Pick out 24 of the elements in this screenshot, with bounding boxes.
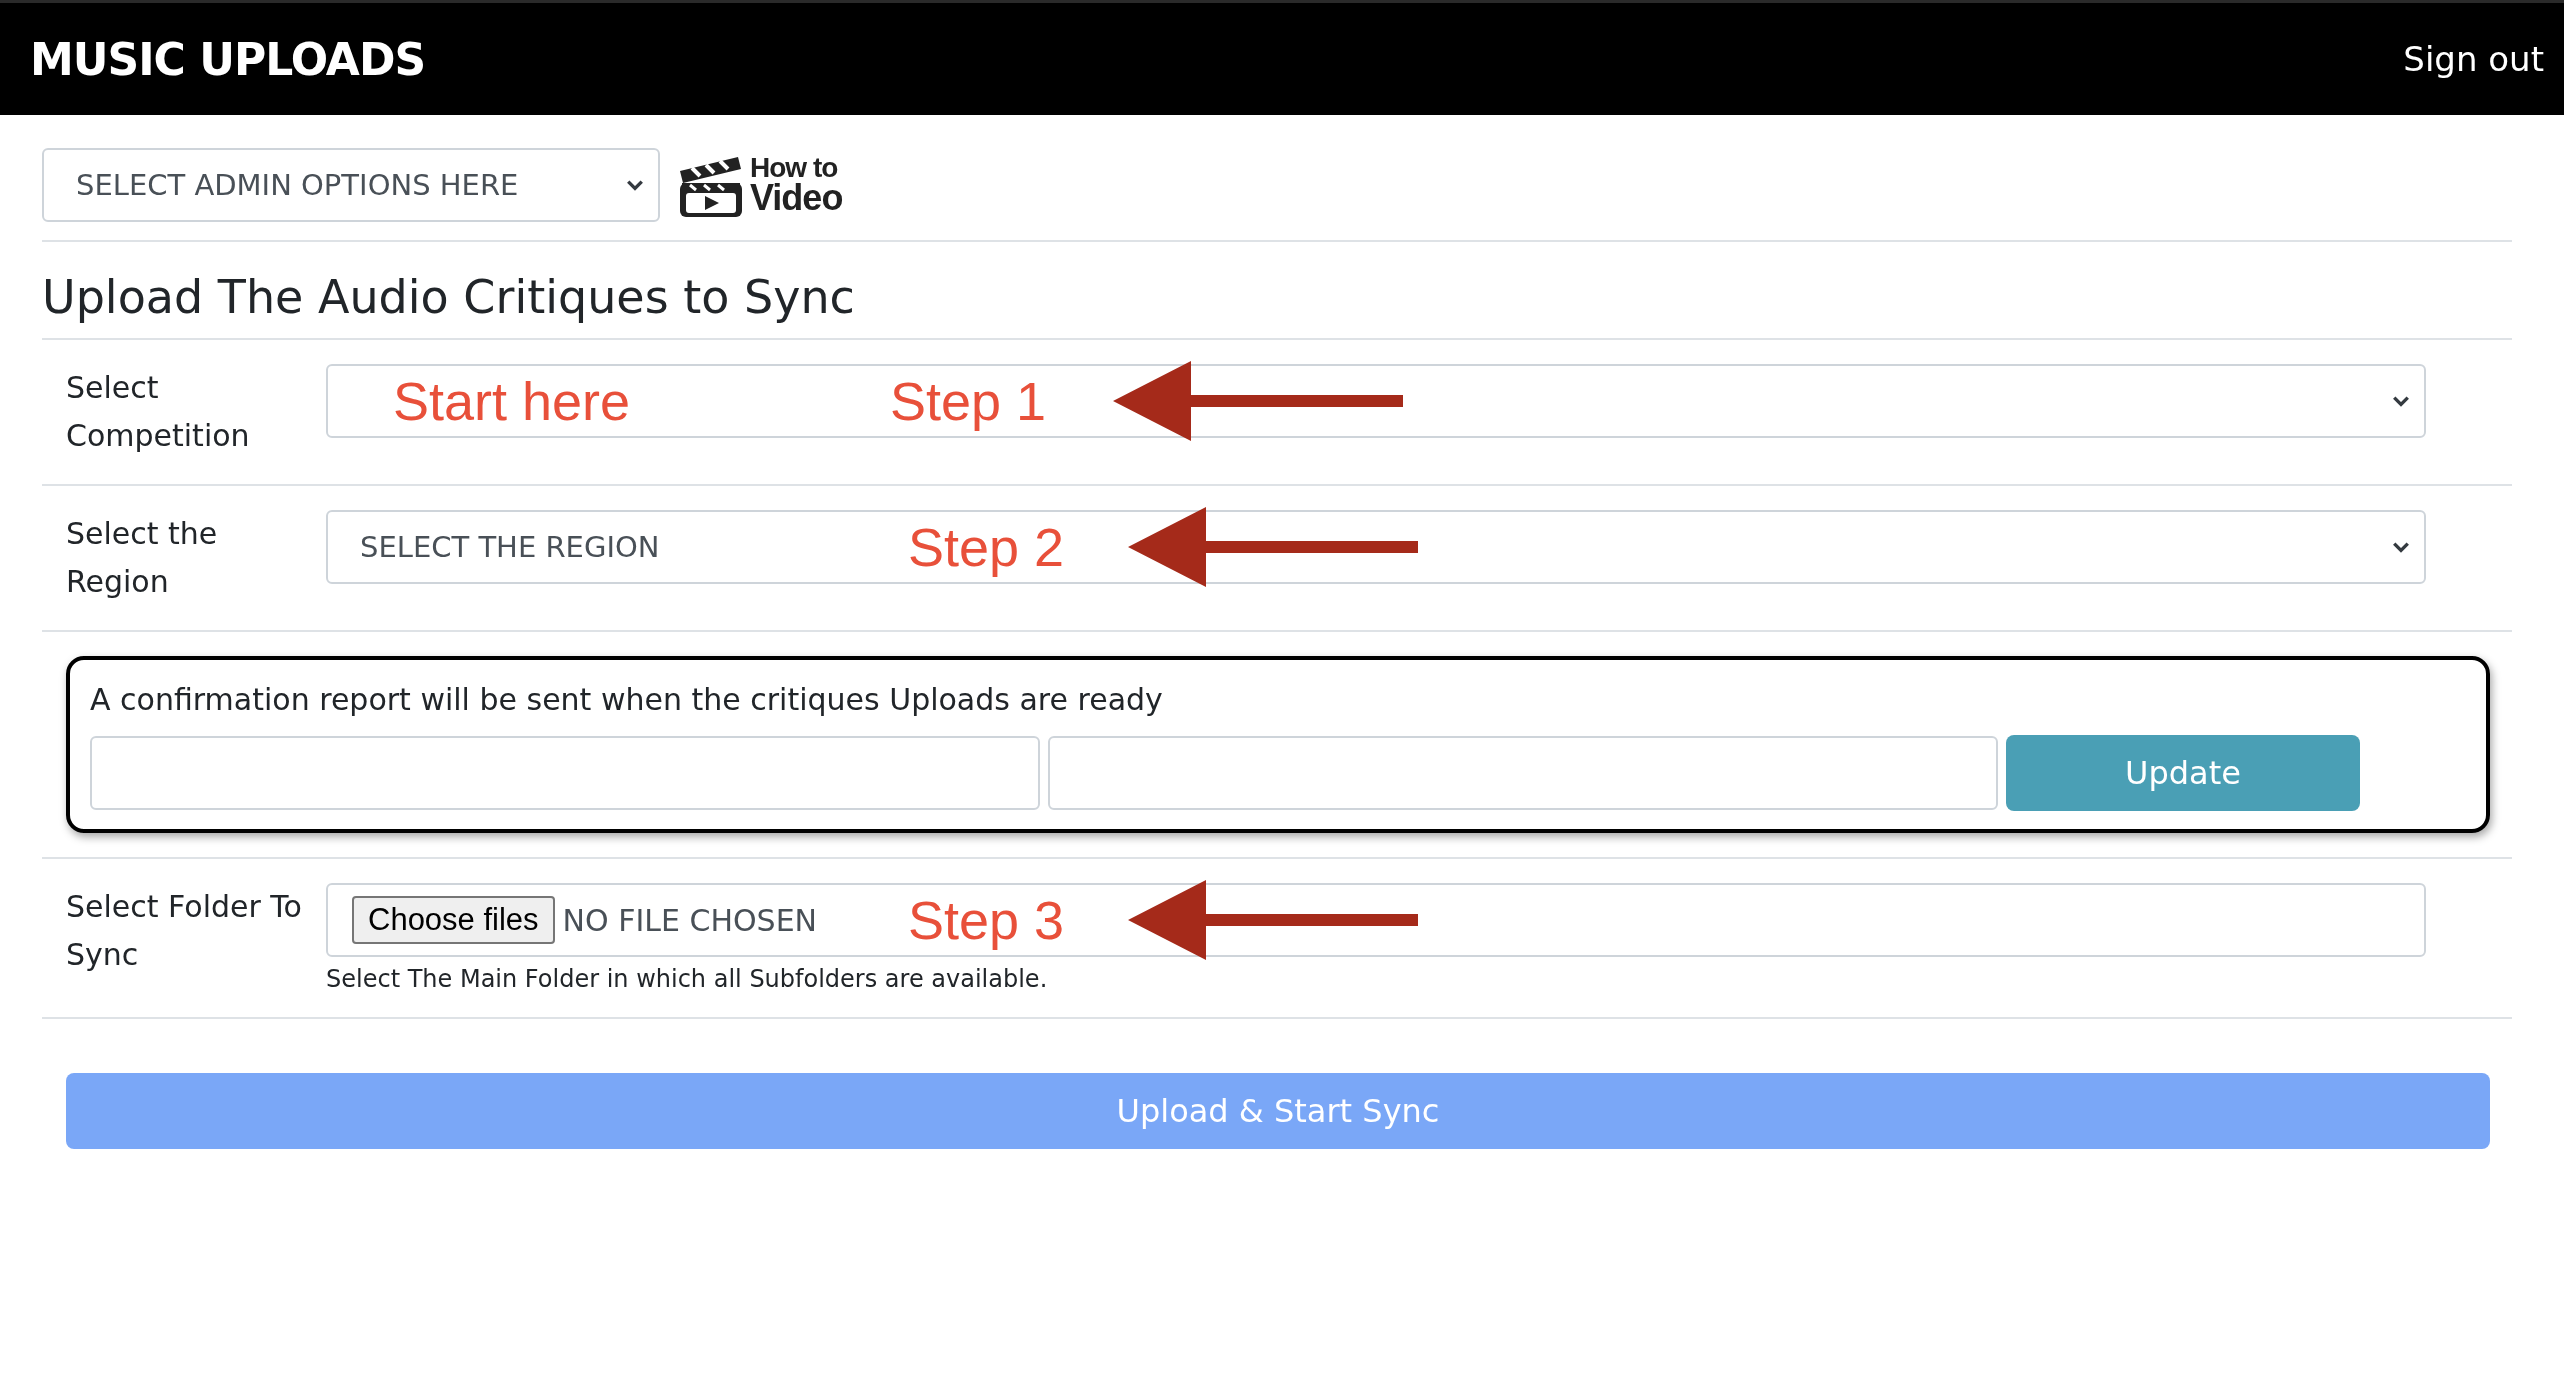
how-to-video-link[interactable]: How to Video: [676, 149, 843, 221]
field-label: Select Folder To Sync: [66, 888, 303, 974]
field-label: Select Competition: [66, 369, 251, 455]
step-annotation: Step 1: [890, 370, 1047, 432]
input-field[interactable]: [1048, 736, 1998, 810]
dropdown-select[interactable]: [326, 364, 2426, 438]
chevron-down-icon: [626, 179, 644, 191]
arrow-icon: [1128, 880, 1418, 960]
chevron-down-icon: [2392, 395, 2410, 407]
file-status: NO FILE CHOSEN: [562, 902, 818, 938]
chevron-down-icon: [2392, 541, 2410, 553]
confirmation-text: A confirmation report will be sent when the critiques Uploads are ready: [90, 682, 1164, 717]
field-label: Select the Region: [66, 515, 219, 601]
page-heading: Upload The Audio Critiques to Sync: [42, 269, 856, 326]
admin-options-select[interactable]: SELECT ADMIN OPTIONS HERE: [42, 148, 660, 222]
arrow-icon: [1113, 361, 1403, 441]
choose-files-button[interactable]: Choose files: [352, 896, 555, 944]
step-annotation: Start here: [393, 370, 631, 432]
input-field[interactable]: [90, 736, 1040, 810]
sign-out-link[interactable]: Sign out: [2403, 39, 2544, 79]
step-annotation: Step 2: [908, 516, 1065, 578]
app-title: MUSIC UPLOADS: [30, 33, 426, 85]
arrow-icon: [1128, 507, 1418, 587]
help-text: Select The Main Folder in which all Subfolders are available.: [326, 965, 1049, 993]
